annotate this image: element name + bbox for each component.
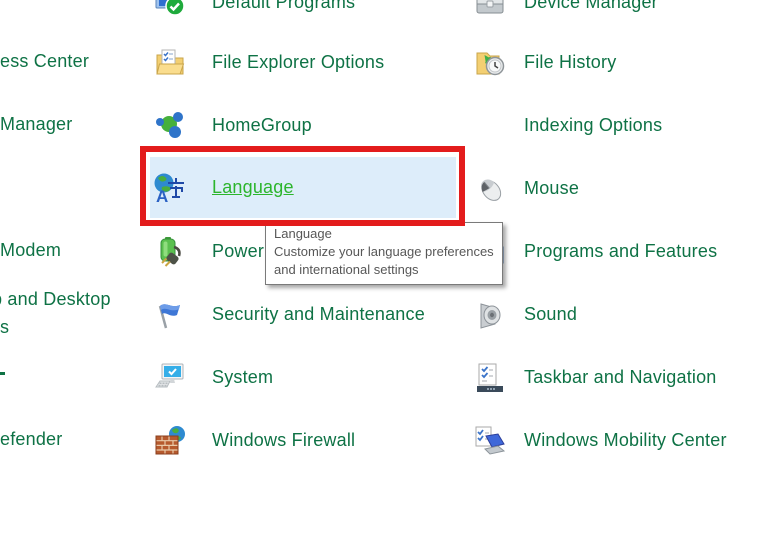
item-label-fragment[interactable]: s [0,317,9,338]
item-label[interactable]: Mouse [524,178,579,199]
control-panel-item-homegroup[interactable]: HomeGroup [150,94,312,157]
item-label-fragment[interactable]: ess Center [0,51,89,72]
indexing-options-icon [473,109,507,143]
item-label[interactable]: System [212,367,273,388]
homegroup-icon [153,109,187,143]
svg-text:A: A [156,187,168,205]
control-panel-item-indexing-options[interactable]: Indexing Options [470,94,662,157]
item-label[interactable]: File Explorer Options [212,52,384,73]
item-label-fragment[interactable]: Manager [0,114,72,135]
security-and-maintenance-icon [153,298,187,332]
item-label[interactable]: Windows Mobility Center [524,430,727,451]
item-label[interactable]: File History [524,52,616,73]
taskbar-and-navigation-icon [473,361,507,395]
system-icon [153,361,187,395]
control-panel-item-file-explorer-options[interactable]: File Explorer Options [150,31,384,94]
control-panel-item-programs-and-features[interactable]: Programs and Features [470,220,717,283]
control-panel-item-windows-mobility-center[interactable]: Windows Mobility Center [470,409,727,472]
device-manager-icon [473,0,507,20]
item-label-fragment[interactable]: p and Desktop [0,289,111,310]
control-panel-item-default-programs[interactable]: Default Programs [150,0,355,34]
tooltip-description-line1: Customize your language preferences [274,243,494,261]
item-label-fragment[interactable]: efender [0,429,62,450]
control-panel-item-mouse[interactable]: Mouse [470,157,579,220]
item-label[interactable]: Windows Firewall [212,430,355,451]
item-label[interactable]: HomeGroup [212,115,312,136]
item-label[interactable]: Default Programs [212,0,355,13]
item-label[interactable]: Security and Maintenance [212,304,425,325]
windows-firewall-icon [153,424,187,458]
item-label[interactable]: Sound [524,304,577,325]
control-panel-item-device-manager[interactable]: Device Manager [470,0,658,34]
control-panel-item-security-and-maintenance[interactable]: Security and Maintenance [150,283,425,346]
file-explorer-options-icon [153,46,187,80]
tooltip-title: Language [274,225,494,243]
language-icon: A [153,171,187,205]
item-label[interactable]: Indexing Options [524,115,662,136]
item-label[interactable]: Language [212,177,294,198]
file-history-icon [473,46,507,80]
item-label[interactable]: Programs and Features [524,241,717,262]
item-label[interactable]: Taskbar and Navigation [524,367,717,388]
item-label[interactable]: Device Manager [524,0,658,13]
control-panel-window: Language Customize your language prefere… [0,0,766,534]
control-panel-item-file-history[interactable]: File History [470,31,616,94]
item-label-fragment[interactable]: Modem [0,240,61,261]
windows-mobility-center-icon [473,424,507,458]
control-panel-item-system[interactable]: System [150,346,273,409]
default-programs-icon [153,0,187,20]
item-label-fragment-cut [0,372,5,375]
tooltip-description-line2: and international settings [274,261,494,279]
control-panel-item-windows-firewall[interactable]: Windows Firewall [150,409,355,472]
mouse-icon [473,172,507,206]
control-panel-item-taskbar-and-navigation[interactable]: Taskbar and Navigation [470,346,717,409]
tooltip: Language Customize your language prefere… [265,222,503,285]
power-options-icon [153,235,187,269]
control-panel-item-sound[interactable]: Sound [470,283,577,346]
control-panel-item-language[interactable]: A Language [150,157,456,218]
sound-icon [473,298,507,332]
